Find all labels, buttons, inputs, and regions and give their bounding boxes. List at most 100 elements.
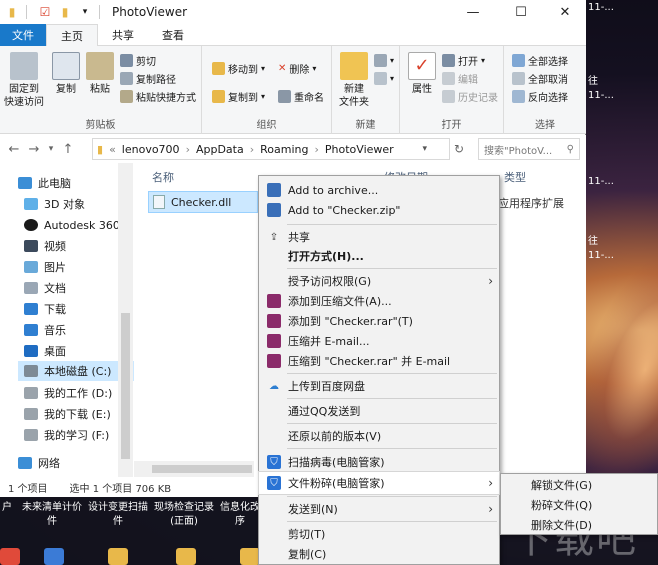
easy-access-button[interactable]: ▾	[374, 70, 394, 87]
menu-item-delete-file[interactable]: 删除文件(D)	[501, 515, 657, 535]
maximize-button[interactable]: ☐	[498, 0, 544, 24]
folder-icon[interactable]	[108, 548, 128, 565]
new-folder-button[interactable]: 新建 文件夹	[334, 52, 374, 109]
back-icon[interactable]: ←	[4, 142, 24, 157]
cut-button[interactable]: 剪切	[120, 52, 156, 69]
menu-item-scan-virus[interactable]: ⛉ 扫描病毒(电脑管家)	[259, 451, 499, 473]
menu-item-copy[interactable]: 复制(C)	[259, 543, 499, 565]
nav-item-pictures[interactable]: 图片	[24, 257, 66, 277]
invert-selection-button[interactable]: 反向选择	[512, 88, 568, 105]
desktop-icon-label[interactable]: 往	[588, 236, 598, 248]
title-bar[interactable]: ▮ ☑ ▮ ▾ PhotoViewer — ☐ ✕	[0, 0, 586, 24]
move-to-button[interactable]: 移动到 ▾	[212, 60, 265, 77]
chevron-down-icon[interactable]: ▾	[422, 144, 427, 154]
properties-check-icon[interactable]: ☑	[37, 4, 53, 20]
nav-item-videos[interactable]: 视频	[24, 236, 66, 256]
desktop-icon-label[interactable]: 11-...	[588, 2, 614, 14]
menu-item-cut[interactable]: 剪切(T)	[259, 523, 499, 545]
rename-button[interactable]: 重命名	[278, 88, 324, 105]
select-all-button[interactable]: 全部选择	[512, 52, 568, 69]
menu-item-add-to-archive[interactable]: Add to archive...	[259, 179, 499, 201]
edit-button[interactable]: 编辑	[442, 70, 478, 87]
menu-item-file-shredder[interactable]: ⛉ 文件粉碎(电脑管家) ›	[258, 471, 500, 495]
breadcrumb-item[interactable]: PhotoViewer	[325, 143, 394, 156]
menu-item-send-to[interactable]: 发送到(N) ›	[259, 498, 499, 520]
recent-locations-icon[interactable]: ▾	[44, 144, 58, 154]
pin-quick-access-button[interactable]: 固定到 快速访问	[2, 52, 46, 109]
app-icon[interactable]	[0, 548, 20, 565]
nav-item-3d-objects[interactable]: 3D 对象	[24, 194, 85, 214]
minimize-button[interactable]: —	[450, 0, 496, 24]
nav-item-this-pc[interactable]: 此电脑	[18, 173, 71, 193]
paste-button[interactable]: 粘贴	[80, 52, 120, 96]
properties-button[interactable]: ✓ 属性	[404, 52, 440, 96]
menu-item-grant-access[interactable]: 授予访问权限(G) ›	[259, 270, 499, 292]
tab-view[interactable]: 查看	[148, 24, 198, 46]
nav-item-documents[interactable]: 文档	[24, 278, 66, 298]
folder-icon[interactable]	[176, 548, 196, 565]
horizontal-scrollbar[interactable]	[134, 461, 254, 477]
menu-item-add-to-checker-rar[interactable]: 添加到 "Checker.rar"(T)	[259, 310, 499, 332]
column-header-type[interactable]: 类型	[504, 169, 526, 185]
scrollbar-thumb[interactable]	[152, 465, 252, 473]
menu-item-compress-to-rar-email[interactable]: 压缩到 "Checker.rar" 并 E-mail	[259, 350, 499, 372]
desktop-icon-label[interactable]: 往	[588, 76, 598, 88]
desktop-icon-label[interactable]: 未来清单计价 件	[22, 501, 82, 529]
address-input[interactable]: ▮ « lenovo700 › AppData › Roaming › Phot…	[92, 138, 450, 160]
copy-to-button[interactable]: 复制到 ▾	[212, 88, 265, 105]
new-folder-icon[interactable]: ▮	[57, 4, 73, 20]
desktop-icon-label[interactable]: 现场检查记录 (正面)	[154, 501, 214, 529]
nav-item-drive-d[interactable]: 我的工作 (D:)	[24, 383, 112, 403]
table-row[interactable]: Checker.dll	[148, 191, 258, 213]
open-button[interactable]: 打开 ▾	[442, 52, 485, 69]
close-button[interactable]: ✕	[542, 0, 588, 24]
desktop-icon-label[interactable]: 11-...	[588, 90, 614, 102]
app-icon[interactable]	[44, 548, 64, 565]
nav-item-autodesk[interactable]: Autodesk 360	[24, 215, 120, 235]
scrollbar-thumb[interactable]	[121, 313, 130, 459]
menu-item-restore-versions[interactable]: 还原以前的版本(V)	[259, 425, 499, 447]
nav-item-music[interactable]: 音乐	[24, 320, 66, 340]
menu-item-send-via-qq[interactable]: 通过QQ发送到	[259, 400, 499, 422]
folder-icon[interactable]	[240, 548, 260, 565]
desktop-icon-label[interactable]: 11-...	[588, 250, 614, 262]
desktop-icon-label[interactable]: 11-...	[588, 176, 614, 188]
tab-home[interactable]: 主页	[46, 24, 98, 47]
chevron-down-icon[interactable]: ▾	[77, 4, 93, 20]
refresh-icon[interactable]: ↻	[454, 142, 464, 156]
paste-shortcut-button[interactable]: 粘贴快捷方式	[120, 88, 196, 105]
desktop-icon-label[interactable]: 设计变更扫描 件	[88, 501, 148, 529]
new-item-button[interactable]: ▾	[374, 52, 394, 69]
menu-item-shred-file[interactable]: 粉碎文件(Q)	[501, 495, 657, 515]
folder-icon: ▮	[97, 142, 104, 156]
nav-item-downloads[interactable]: 下载	[24, 299, 66, 319]
menu-item-add-to-zip[interactable]: Add to "Checker.zip"	[259, 199, 499, 221]
nav-item-desktop[interactable]: 桌面	[24, 341, 66, 361]
menu-item-open-with[interactable]: 打开方式(H)...	[259, 245, 499, 267]
desktop-icon-label[interactable]: 信息化改 序	[220, 501, 260, 529]
forward-icon[interactable]: →	[24, 142, 44, 157]
up-icon[interactable]: ↑	[58, 142, 78, 157]
breadcrumb-item[interactable]: Roaming	[260, 143, 308, 156]
nav-item-drive-f[interactable]: 我的学习 (F:)	[24, 425, 109, 445]
menu-item-add-to-rar-archive[interactable]: 添加到压缩文件(A)...	[259, 290, 499, 312]
nav-scrollbar[interactable]	[118, 163, 133, 477]
breadcrumb-overflow[interactable]: «	[109, 143, 116, 156]
menu-item-upload-baidu[interactable]: ☁ 上传到百度网盘	[259, 375, 499, 397]
copy-path-button[interactable]: 复制路径	[120, 70, 176, 87]
baidu-cloud-icon: ☁	[269, 380, 279, 392]
select-none-button[interactable]: 全部取消	[512, 70, 568, 87]
column-header-name[interactable]: 名称	[152, 169, 174, 185]
search-input[interactable]: 搜索"PhotoV... ⚲	[478, 138, 580, 160]
menu-item-compress-email[interactable]: 压缩并 E-mail...	[259, 330, 499, 352]
menu-item-unlock-file[interactable]: 解锁文件(G)	[501, 475, 657, 495]
breadcrumb-item[interactable]: AppData	[196, 143, 244, 156]
tab-file[interactable]: 文件	[0, 24, 46, 46]
desktop-icon-label[interactable]: 户	[2, 501, 12, 515]
breadcrumb-item[interactable]: lenovo700	[122, 143, 180, 156]
nav-item-drive-e[interactable]: 我的下载 (E:)	[24, 404, 111, 424]
history-button[interactable]: 历史记录	[442, 88, 498, 105]
tab-share[interactable]: 共享	[98, 24, 148, 46]
delete-button[interactable]: ✕ 删除 ▾	[278, 60, 316, 77]
nav-item-network[interactable]: 网络	[18, 453, 60, 473]
